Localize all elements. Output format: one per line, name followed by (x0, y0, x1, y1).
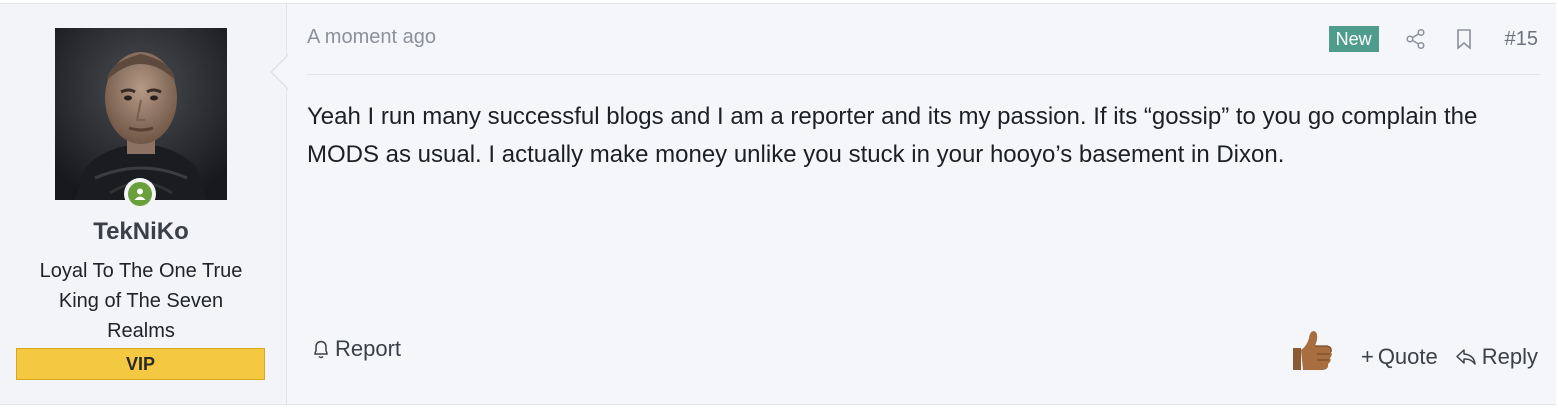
reply-label: Reply (1481, 344, 1538, 369)
header-divider (307, 74, 1540, 75)
post-timestamp[interactable]: A moment ago (307, 26, 436, 49)
post-footer-actions: + Quote Reply (1287, 326, 1538, 376)
reply-icon (1456, 349, 1476, 365)
plus-icon: + (1360, 344, 1374, 369)
post-header-actions: New #15 (1328, 26, 1538, 52)
share-icon[interactable] (1403, 26, 1429, 52)
report-link[interactable]: Report (311, 336, 401, 362)
reply-button[interactable]: Reply (1454, 344, 1538, 376)
message-panel: A moment ago New #15 Yeah I run many suc… (287, 4, 1556, 404)
report-label: Report (335, 336, 402, 361)
quote-label: Quote (1377, 344, 1438, 369)
user-info-panel: TekNiKo Loyal To The One True King of Th… (0, 4, 287, 404)
username-link[interactable]: TekNiKo (0, 218, 282, 246)
quote-button[interactable]: + Quote (1361, 344, 1438, 376)
vip-badge: VIP (16, 348, 265, 380)
post-number[interactable]: #15 (1505, 28, 1538, 51)
post-body: Yeah I run many successful blogs and I a… (307, 103, 1478, 168)
bookmark-icon[interactable] (1451, 26, 1477, 52)
bell-icon (314, 340, 328, 359)
thumbs-up-icon[interactable] (1287, 326, 1335, 374)
online-status-indicator (124, 178, 156, 210)
avatar[interactable] (55, 28, 227, 200)
user-title: Loyal To The One True King of The Seven … (39, 260, 243, 342)
new-badge: New (1328, 26, 1379, 52)
user-online-icon (128, 182, 152, 206)
forum-post: TekNiKo Loyal To The One True King of Th… (0, 3, 1556, 405)
